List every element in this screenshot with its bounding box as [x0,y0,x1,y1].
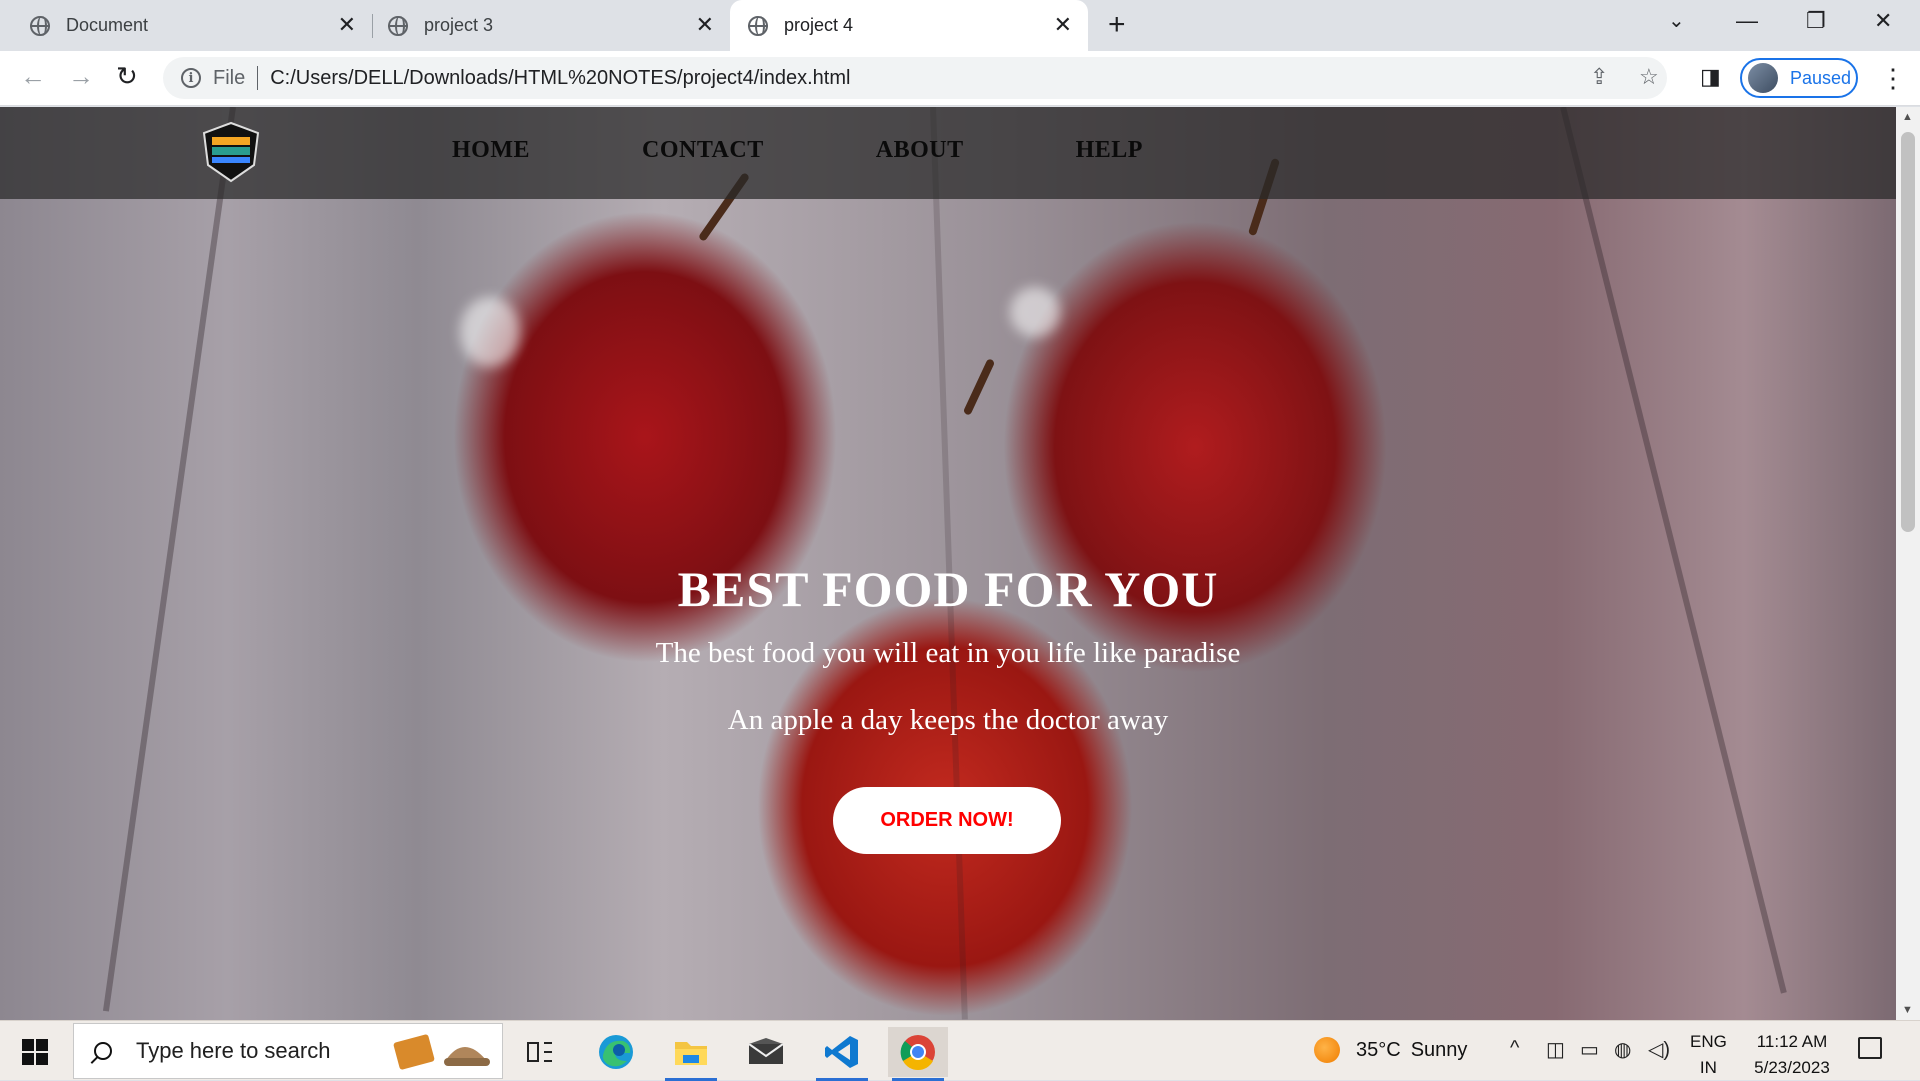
avatar [1748,63,1778,93]
taskbar: Type here to search 35°C Sunny ^ ◫ ▭ ◍ ◁… [0,1020,1920,1081]
new-tab-button[interactable]: + [1108,10,1126,40]
back-button[interactable]: ← [20,61,46,91]
page-viewport: HOME CONTACT ABOUT HELP BEST FOOD FOR YO… [0,107,1896,1020]
reload-button[interactable]: ↻ [116,61,138,91]
taskbar-clock[interactable]: 11:12 AM 5/23/2023 [1742,1029,1842,1081]
tab-strip: Document ✕ project 3 ✕ project 4 ✕ + ⌄ —… [0,0,1920,51]
file-explorer-icon[interactable] [661,1027,721,1081]
minimize-button[interactable]: — [1736,8,1758,34]
globe-icon [748,15,768,36]
vscode-icon[interactable] [812,1027,872,1081]
input-language[interactable]: ENG IN [1690,1029,1727,1081]
side-panel-icon[interactable]: ◨ [1700,65,1721,89]
share-icon[interactable]: ⇪ [1590,65,1608,89]
window-close-button[interactable]: ✕ [1874,8,1892,34]
notification-center-icon[interactable] [1858,1037,1882,1059]
edge-browser-icon[interactable] [586,1027,646,1077]
site-header: HOME CONTACT ABOUT HELP [0,107,1896,199]
order-now-button[interactable]: ORDER NOW! [833,787,1061,854]
nav-link-help[interactable]: HELP [1076,137,1143,164]
mail-icon[interactable] [736,1027,796,1077]
profile-button[interactable]: Paused [1740,58,1858,98]
tab-search-icon[interactable]: ⌄ [1668,8,1685,33]
search-icon [94,1042,112,1060]
search-placeholder: Type here to search [136,1038,331,1063]
network-globe-icon[interactable]: ◍ [1614,1037,1631,1062]
battery-icon[interactable]: ▭ [1580,1037,1599,1062]
browser-toolbar: ← → ↻ i File C:/Users/DELL/Downloads/HTM… [0,51,1920,106]
weather-temp: 35°C [1356,1038,1401,1061]
volume-icon[interactable]: ◁) [1648,1037,1670,1062]
close-tab-icon[interactable]: ✕ [696,14,714,36]
tab-title: project 3 [424,15,494,35]
search-highlight-illustration [393,1034,490,1070]
address-separator [257,66,259,90]
tab-project-3[interactable]: project 3 ✕ [372,0,730,51]
hero-subtitle: The best food you will eat in you life l… [655,637,1241,669]
tab-project-4[interactable]: project 4 ✕ [730,0,1088,51]
wood-plank-line [1560,107,1787,994]
apple-highlight [1010,287,1060,337]
page-scrollbar[interactable]: ▲ ▼ [1896,107,1920,1020]
scroll-down-arrow-icon[interactable]: ▼ [1902,1004,1913,1016]
profile-status: Paused [1790,67,1852,88]
restore-button[interactable]: ❐ [1806,8,1826,34]
nav-link-home[interactable]: HOME [452,137,530,164]
apple-stem [962,358,996,416]
taskbar-search-box[interactable]: Type here to search [73,1023,503,1079]
clock-time: 11:12 AM [1756,1032,1828,1051]
scheme-label: File [213,66,246,89]
meet-now-icon[interactable]: ◫ [1546,1037,1565,1062]
show-hidden-icons-chevron-icon[interactable]: ^ [1510,1037,1519,1060]
globe-icon [388,15,408,36]
address-bar[interactable]: i File C:/Users/DELL/Downloads/HTML%20NO… [163,57,1667,99]
task-view-icon[interactable] [510,1027,570,1077]
clock-date: 5/23/2023 [1754,1058,1830,1077]
windows-start-icon[interactable] [22,1039,48,1065]
close-tab-icon[interactable]: ✕ [1054,14,1072,36]
sun-icon [1314,1037,1340,1063]
language-code: ENG [1690,1032,1727,1051]
close-tab-icon[interactable]: ✕ [338,14,356,36]
url-text[interactable]: C:/Users/DELL/Downloads/HTML%20NOTES/pro… [270,67,850,90]
forward-button[interactable]: → [68,61,94,91]
chrome-icon[interactable] [888,1027,948,1081]
scrollbar-thumb[interactable] [1901,132,1915,532]
bookmark-star-icon[interactable]: ☆ [1639,65,1659,89]
hero-tagline: An apple a day keeps the doctor away [727,704,1169,736]
site-info-icon[interactable]: i [181,68,201,88]
tab-title: Document [66,15,149,35]
tab-document[interactable]: Document ✕ [0,0,372,51]
scroll-up-arrow-icon[interactable]: ▲ [1902,111,1913,123]
apple-highlight [460,297,520,367]
nav-link-contact[interactable]: CONTACT [642,137,764,164]
site-logo[interactable] [200,121,262,183]
hero-title: BEST FOOD FOR YOU [677,561,1219,617]
nav-link-about[interactable]: ABOUT [876,137,964,164]
site-nav: HOME CONTACT ABOUT HELP [452,137,1255,164]
region-code: IN [1699,1058,1717,1077]
browser-menu-icon[interactable]: ⋮ [1880,63,1906,94]
globe-icon [30,15,50,36]
tab-title: project 4 [784,15,854,35]
weather-widget[interactable]: 35°C Sunny [1314,1037,1467,1063]
weather-condition: Sunny [1410,1038,1468,1061]
